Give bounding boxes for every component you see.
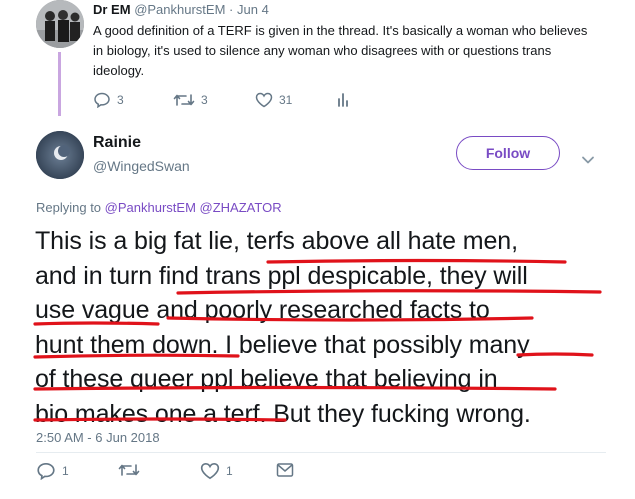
- parent-author-name[interactable]: Dr EM: [93, 2, 131, 17]
- parent-date[interactable]: Jun 4: [237, 2, 269, 17]
- parent-retweet-button[interactable]: 3: [173, 92, 208, 108]
- like-button[interactable]: 1: [200, 462, 233, 480]
- tweet-text-line: use vague and poorly researched facts to: [35, 296, 490, 324]
- retweet-icon: [173, 92, 195, 108]
- analytics-button[interactable]: [336, 92, 350, 108]
- replying-to-line: Replying to @PankhurstEM @ZHAZATOR: [36, 200, 282, 215]
- parent-like-count: 31: [279, 93, 293, 107]
- main-tweet-text: This is a big fat lie, terfs above all h…: [35, 224, 615, 431]
- thread-connector-line: [58, 52, 61, 116]
- tweet-timestamp[interactable]: 2:50 AM - 6 Jun 2018: [36, 430, 160, 445]
- tweet-text-line: hunt them down. I believe that possibly …: [35, 330, 530, 359]
- like-icon: [255, 92, 273, 108]
- parent-avatar[interactable]: [36, 0, 84, 48]
- parent-reply-button[interactable]: 3: [93, 92, 124, 108]
- divider: [36, 452, 606, 453]
- main-avatar[interactable]: [36, 131, 84, 179]
- parent-header: Dr EM @PankhurstEM · Jun 4: [93, 2, 269, 17]
- tweet-text-line: This is a big fat lie, terfs above all h…: [35, 227, 518, 255]
- analytics-icon: [336, 92, 350, 108]
- reply-button[interactable]: 1: [36, 462, 69, 480]
- retweet-button[interactable]: [118, 462, 146, 478]
- parent-like-button[interactable]: 31: [255, 92, 292, 108]
- reply-count: 1: [62, 464, 69, 478]
- tweet-text-line: of these queer ppl believe that believin…: [35, 365, 498, 393]
- replying-to-label: Replying to: [36, 200, 102, 215]
- parent-author-handle[interactable]: @PankhurstEM: [134, 2, 225, 17]
- message-icon: [276, 462, 294, 478]
- main-author-handle[interactable]: @WingedSwan: [93, 158, 190, 174]
- mention-link[interactable]: @ZHAZATOR: [200, 200, 282, 215]
- parent-tweet-text: A good definition of a TERF is given in …: [93, 23, 588, 78]
- main-author-name[interactable]: Rainie: [93, 134, 141, 152]
- header-separator: ·: [229, 2, 234, 17]
- tweet-text-line: bio makes one a terf. But they fucking w…: [35, 399, 531, 428]
- tweet-text-line: and in turn find trans ppl despicable, t…: [35, 261, 528, 290]
- reply-icon: [36, 462, 56, 480]
- direct-message-button[interactable]: [276, 462, 294, 478]
- mention-link[interactable]: @PankhurstEM: [105, 200, 196, 215]
- like-count: 1: [226, 464, 233, 478]
- reply-icon: [93, 92, 111, 108]
- chevron-down-icon[interactable]: [581, 152, 595, 170]
- follow-button[interactable]: Follow: [456, 136, 560, 170]
- parent-retweet-count: 3: [201, 93, 208, 107]
- like-icon: [200, 462, 220, 480]
- parent-tweet[interactable]: Dr EM @PankhurstEM · Jun 4 A good defini…: [0, 0, 635, 116]
- retweet-icon: [118, 462, 140, 478]
- parent-reply-count: 3: [117, 93, 124, 107]
